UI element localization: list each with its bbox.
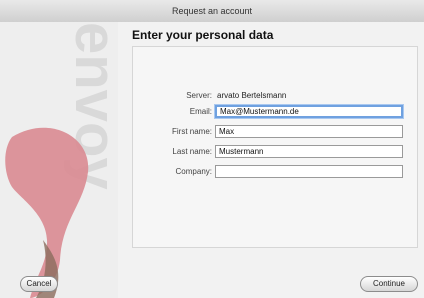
request-account-window: Request an account envoy Enter your pers… <box>0 0 424 298</box>
page-title: Enter your personal data <box>132 28 274 42</box>
company-row: Company: <box>133 165 417 183</box>
form-area: Enter your personal data Server: arvato … <box>118 22 424 298</box>
email-field[interactable] <box>215 105 403 118</box>
first-name-label: First name: <box>171 127 212 136</box>
envoy-logo: envoy <box>5 22 128 298</box>
company-field[interactable] <box>215 165 403 178</box>
first-name-field[interactable] <box>215 125 403 138</box>
server-label: Server: <box>186 91 212 100</box>
email-row: Email: <box>133 105 417 123</box>
server-value: arvato Bertelsmann <box>217 91 287 100</box>
last-name-row: Last name: <box>133 145 417 163</box>
last-name-label: Last name: <box>172 147 212 156</box>
brand-sidebar: envoy <box>0 22 128 298</box>
company-label: Company: <box>175 167 212 176</box>
last-name-field[interactable] <box>215 145 403 158</box>
form-panel: Server: arvato Bertelsmann Email: First … <box>132 46 418 248</box>
continue-button[interactable]: Continue <box>360 276 418 292</box>
email-label: Email: <box>189 107 212 116</box>
window-title: Request an account <box>0 0 424 23</box>
first-name-row: First name: <box>133 125 417 143</box>
cancel-button[interactable]: Cancel <box>20 276 58 292</box>
